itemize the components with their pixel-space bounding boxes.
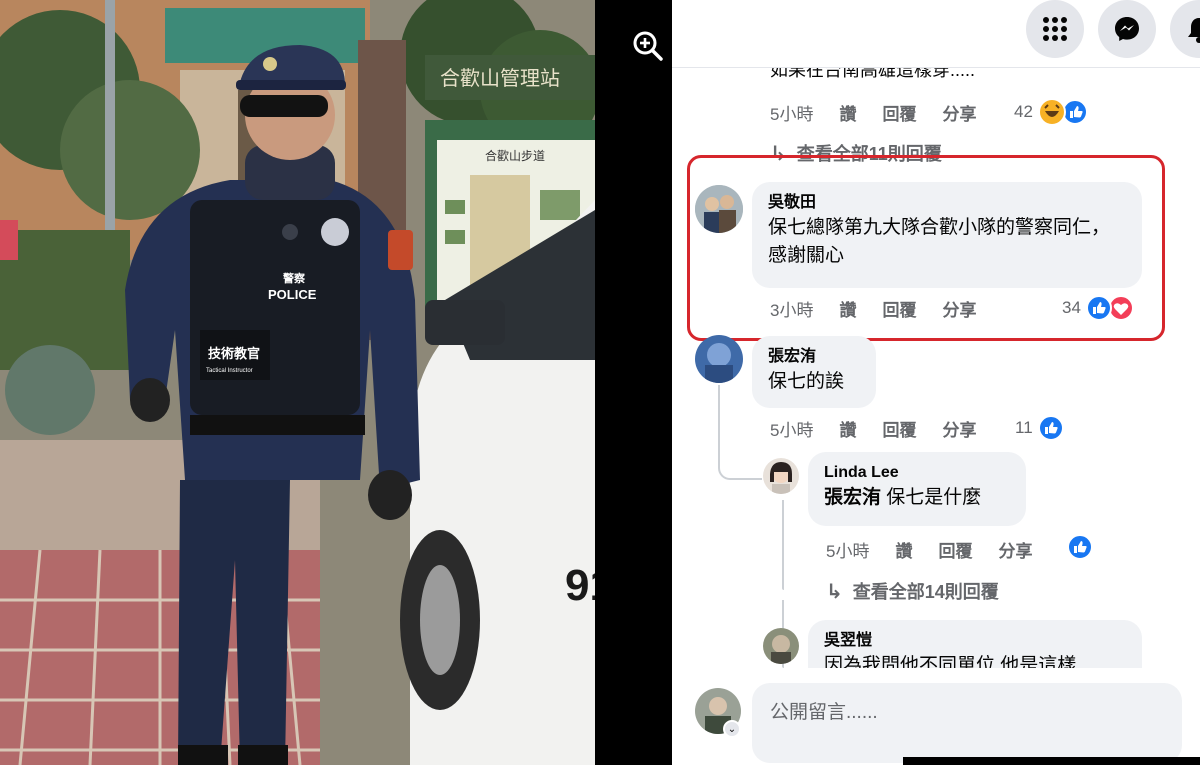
reply-bubble: Linda Lee 張宏洧 保七是什麼 [808,452,1026,526]
comment-author[interactable]: Linda Lee [824,462,1010,484]
comment-author[interactable]: 吳翌愷 [824,630,1126,652]
viewer-backdrop [595,0,672,765]
sign-text: 合歡山管理站 [440,66,560,90]
reply-button[interactable]: 回覆 [938,537,972,562]
reaction-summary[interactable]: 34 [1062,294,1135,322]
comment-bubble: 吳敬田 保七總隊第九大隊合歡小隊的警察同仁，感謝關心 [752,182,1142,288]
comments-panel: 如果在台南高雄這樣穿..... 5小時 讚 回覆 分享 42 ↳ 查看全部11則… [672,0,1200,765]
avatar[interactable] [763,458,799,494]
reaction-count: 42 [1014,102,1033,121]
like-love-reaction-icon [1085,295,1134,321]
comment-text: 保七的誒 [768,371,845,392]
view-more-label: 查看全部11則回覆 [796,144,942,164]
app-root: 合歡山管理站 合歡山步道 9 技術教官 Tactical Instructor … [0,0,1200,765]
reaction-count: 11 [1015,418,1033,437]
comment-actions: 5小時 讚 回覆 分享 [826,537,1058,562]
avatar[interactable] [695,335,743,383]
comment-composer: ⌄ 公開留言...... [672,668,1200,765]
thread-connector [782,500,784,590]
share-button[interactable]: 分享 [998,537,1032,562]
vest-label-top: 警察 [282,271,306,285]
comment-text: 保七是什麼 [886,487,982,508]
comment-input[interactable]: 公開留言...... [752,683,1182,763]
reply-button[interactable]: 回覆 [882,100,916,125]
like-reaction-icon [1067,534,1093,560]
like-button[interactable]: 讚 [839,416,856,441]
menu-grid-icon[interactable] [1026,0,1084,58]
view-more-replies-link[interactable]: ↳ 查看全部14則回覆 [826,578,999,604]
bottom-edge [903,757,1200,765]
like-reaction-icon [1037,415,1064,441]
chevron-down-icon[interactable]: ⌄ [723,720,741,738]
comment-actions: 3小時 讚 回覆 分享 [770,296,1002,321]
reply-arrow-icon: ↳ [826,580,843,603]
share-button[interactable]: 分享 [942,100,976,125]
prev-comment-actions: 5小時 讚 回覆 分享 [770,100,1002,125]
comment-time[interactable]: 3小時 [770,296,813,321]
top-navigation-bar [672,0,1200,68]
patch-sub: Tactical Instructor [206,368,253,374]
share-button[interactable]: 分享 [942,296,976,321]
view-more-replies-link[interactable]: ↳ 查看全部11則回覆 [770,140,942,166]
comment-text: 保七總隊第九大隊合歡小隊的警察同仁，感謝關心 [768,217,1111,266]
reaction-summary[interactable] [1066,533,1094,561]
like-button[interactable]: 讚 [839,296,856,321]
share-button[interactable]: 分享 [942,416,976,441]
reply-arrow-icon: ↳ [770,142,787,165]
zoom-in-icon[interactable] [628,26,668,66]
messenger-icon[interactable] [1098,0,1156,58]
thread-connector [718,385,762,480]
comment-time[interactable]: 5小時 [826,537,869,562]
post-photo[interactable]: 合歡山管理站 合歡山步道 9 技術教官 Tactical Instructor … [0,0,595,765]
mention-link[interactable]: 張宏洧 [824,487,881,508]
like-button[interactable]: 讚 [895,537,912,562]
reaction-summary[interactable]: 42 [1014,97,1089,127]
comment-bubble: 張宏洧 保七的誒 [752,336,876,408]
haha-like-reaction-icon [1037,98,1088,126]
vest-label: POLICE [268,287,317,302]
map-title: 合歡山步道 [485,148,545,163]
comment-actions: 5小時 讚 回覆 分享 [770,416,1002,441]
view-more-label: 查看全部14則回覆 [852,582,999,602]
reply-button[interactable]: 回覆 [882,296,916,321]
car-number: 91 [565,561,595,610]
reaction-count: 34 [1062,298,1081,317]
comment-time[interactable]: 5小時 [770,100,813,125]
patch-label: 技術教官 [208,346,260,361]
avatar[interactable] [763,628,799,664]
notification-bell-icon[interactable] [1170,0,1200,58]
comment-author[interactable]: 張宏洧 [768,346,860,368]
like-button[interactable]: 讚 [839,100,856,125]
reply-button[interactable]: 回覆 [882,416,916,441]
reaction-summary[interactable]: 11 [1015,414,1065,442]
comment-time[interactable]: 5小時 [770,416,813,441]
comment-author[interactable]: 吳敬田 [768,192,1126,214]
avatar[interactable] [695,185,743,233]
